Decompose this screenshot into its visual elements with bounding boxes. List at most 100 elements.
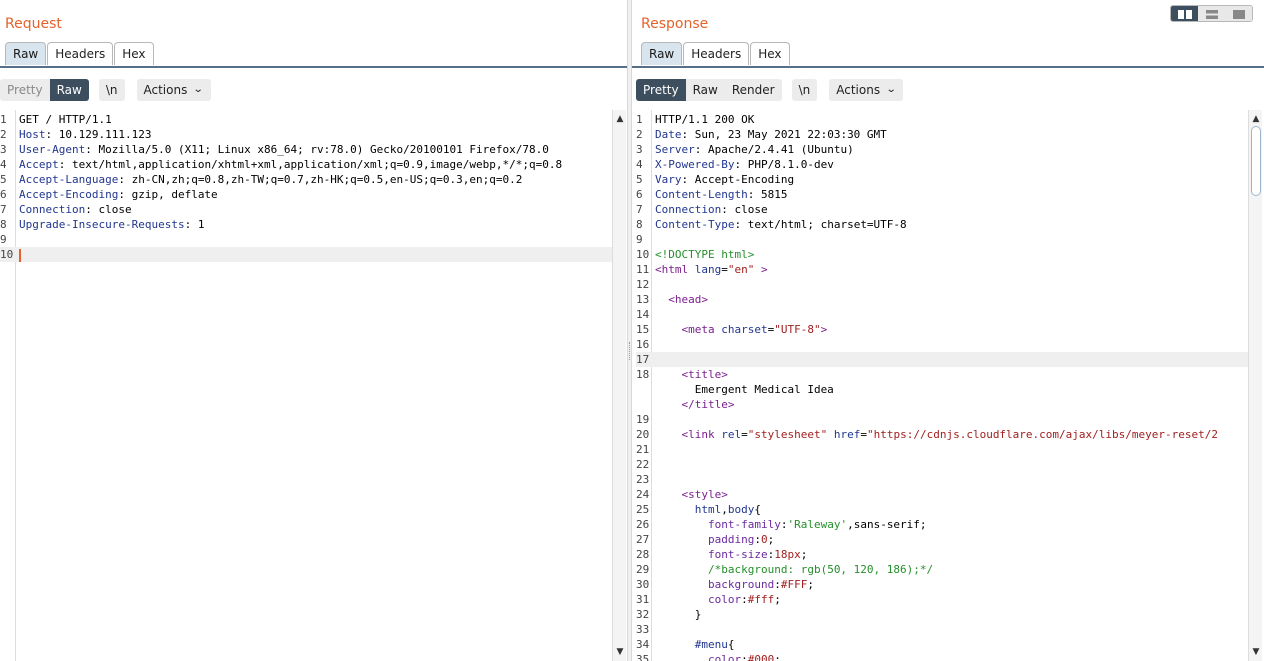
code-line[interactable]: 5 Vary: Accept-Encoding xyxy=(636,172,1248,187)
line-number: 8 xyxy=(0,218,7,231)
request-tab-hex[interactable]: Hex xyxy=(114,42,154,65)
request-pane: Request Raw Headers Hex Pretty Raw \n Ac… xyxy=(0,0,627,661)
response-scrollbar[interactable]: ▲ ▼ xyxy=(1248,110,1262,661)
line-number: 18 xyxy=(636,368,650,381)
code-line[interactable]: 5 Accept-Language: zh-CN,zh;q=0.8,zh-TW;q… xyxy=(0,172,612,187)
code-line[interactable]: 2 Host: 10.129.111.123 xyxy=(0,127,612,142)
line-number: 11 xyxy=(636,263,650,276)
code-line[interactable]: 22 xyxy=(636,457,1248,472)
response-tab-hex[interactable]: Hex xyxy=(750,42,790,65)
line-code: /*background: rgb(50, 120, 186);*/ xyxy=(655,562,933,577)
line-number: 14 xyxy=(636,308,650,321)
line-number: 15 xyxy=(636,323,650,336)
code-line[interactable]: 8 Content-Type: text/html; charset=UTF-8 xyxy=(636,217,1248,232)
code-line[interactable]: 4 X-Powered-By: PHP/8.1.0-dev xyxy=(636,157,1248,172)
request-tab-raw[interactable]: Raw xyxy=(5,42,47,65)
code-line[interactable]: 6 Accept-Encoding: gzip, deflate xyxy=(0,187,612,202)
code-line[interactable]: 1 HTTP/1.1 200 OK xyxy=(636,112,1248,127)
code-line[interactable]: 1 GET / HTTP/1.1 xyxy=(0,112,612,127)
code-line[interactable]: 30 background:#FFF; xyxy=(636,577,1248,592)
code-token: Accept-Language xyxy=(19,173,119,186)
code-token: rel xyxy=(721,428,742,441)
scroll-down-arrow-icon[interactable]: ▼ xyxy=(613,645,627,659)
response-pretty-button[interactable]: Pretty xyxy=(636,79,686,101)
code-line[interactable]: 25 html,body{ xyxy=(636,502,1248,517)
code-line[interactable]: 33 xyxy=(636,622,1248,637)
single-pane-button[interactable] xyxy=(1225,6,1252,21)
code-token: <head> xyxy=(668,293,708,306)
code-line[interactable]: 27 padding:0; xyxy=(636,532,1248,547)
code-line[interactable]: 15 <meta charset="UTF-8"> xyxy=(636,322,1248,337)
code-line[interactable]: Emergent Medical Idea xyxy=(636,382,1248,397)
divider-grip-icon[interactable] xyxy=(629,342,631,360)
response-tab-headers[interactable]: Headers xyxy=(683,42,750,65)
line-code: html,body{ xyxy=(655,502,761,517)
code-token: <title> xyxy=(681,368,728,381)
code-line[interactable]: 23 xyxy=(636,472,1248,487)
split-vertical-icon xyxy=(1205,10,1218,19)
request-pretty-button[interactable]: Pretty xyxy=(0,79,50,101)
chevron-down-icon: ⌄ xyxy=(885,84,897,95)
request-editor[interactable]: 1 GET / HTTP/1.1 2 Host: 10.129.111.123 3 Use… xyxy=(0,110,612,661)
code-token: #FFF xyxy=(780,578,808,591)
response-actions-button[interactable]: Actions ⌄ xyxy=(829,79,904,101)
line-code: Host: 10.129.111.123 xyxy=(19,127,151,142)
scroll-up-arrow-icon[interactable]: ▲ xyxy=(1249,112,1263,126)
code-line[interactable]: 12 xyxy=(636,277,1248,292)
code-line[interactable]: 7 Connection: close xyxy=(636,202,1248,217)
request-tab-headers[interactable]: Headers xyxy=(47,42,114,65)
response-raw-button[interactable]: Raw xyxy=(686,79,725,101)
request-scrollbar[interactable]: ▲ ▼ xyxy=(612,110,626,661)
split-vertical-button[interactable] xyxy=(1198,6,1225,21)
code-line[interactable]: 4 Accept: text/html,application/xhtml+xml… xyxy=(0,157,612,172)
code-line[interactable]: 9 xyxy=(636,232,1248,247)
code-line[interactable]: 6 Content-Length: 5815 xyxy=(636,187,1248,202)
code-line[interactable]: 24 <style> xyxy=(636,487,1248,502)
code-line[interactable]: 26 font-family:'Raleway',sans-serif; xyxy=(636,517,1248,532)
code-line[interactable]: 35 color:#000; xyxy=(636,652,1248,661)
code-line[interactable]: 13 <head> xyxy=(636,292,1248,307)
code-line[interactable]: 29 /*background: rgb(50, 120, 186);*/ xyxy=(636,562,1248,577)
request-newline-toggle[interactable]: \n xyxy=(98,79,125,101)
code-line[interactable]: 10 xyxy=(0,247,612,262)
code-token: : xyxy=(774,578,781,591)
line-number: 9 xyxy=(636,233,643,246)
request-raw-button[interactable]: Raw xyxy=(49,79,89,101)
code-token: ; xyxy=(807,578,814,591)
code-line[interactable]: 18 <title> xyxy=(636,367,1248,382)
code-line[interactable]: 20 <link rel="stylesheet" href="https://… xyxy=(636,427,1248,442)
code-line[interactable]: 17 xyxy=(636,352,1248,367)
scroll-down-arrow-icon[interactable]: ▼ xyxy=(1249,645,1263,659)
code-line[interactable]: 3 User-Agent: Mozilla/5.0 (X11; Linux x86… xyxy=(0,142,612,157)
line-number: 16 xyxy=(636,338,650,351)
code-line[interactable]: 3 Server: Apache/2.4.41 (Ubuntu) xyxy=(636,142,1248,157)
response-newline-toggle[interactable]: \n xyxy=(791,79,818,101)
code-line[interactable]: 8 Upgrade-Insecure-Requests: 1 xyxy=(0,217,612,232)
response-render-button[interactable]: Render xyxy=(725,79,782,101)
request-actions-button[interactable]: Actions ⌄ xyxy=(136,79,211,101)
code-line[interactable]: 11 <html lang="en" > xyxy=(636,262,1248,277)
response-scroll-thumb[interactable] xyxy=(1251,126,1261,196)
code-token: color xyxy=(707,653,742,661)
code-line[interactable]: 14 xyxy=(636,307,1248,322)
response-editor[interactable]: 1 HTTP/1.1 200 OK 2 Date: Sun, 23 May 2021 … xyxy=(636,110,1248,661)
code-line[interactable]: 10 <!DOCTYPE html> xyxy=(636,247,1248,262)
code-token: = xyxy=(860,428,867,441)
code-line[interactable]: 31 color:#fff; xyxy=(636,592,1248,607)
code-line[interactable]: 7 Connection: close xyxy=(0,202,612,217)
code-line[interactable]: 9 xyxy=(0,232,612,247)
line-number: 25 xyxy=(636,503,650,516)
code-line[interactable]: 34 #menu{ xyxy=(636,637,1248,652)
code-line[interactable]: 19 xyxy=(636,412,1248,427)
line-number: 3 xyxy=(636,143,643,156)
code-line[interactable]: 32 } xyxy=(636,607,1248,622)
scroll-up-arrow-icon[interactable]: ▲ xyxy=(613,112,627,126)
code-line[interactable]: 28 font-size:18px; xyxy=(636,547,1248,562)
response-tab-raw[interactable]: Raw xyxy=(641,42,683,65)
code-line[interactable]: 16 xyxy=(636,337,1248,352)
split-horizontal-button[interactable] xyxy=(1171,6,1198,21)
code-line[interactable]: </title> xyxy=(636,397,1248,412)
code-line[interactable]: 21 xyxy=(636,442,1248,457)
code-line[interactable]: 2 Date: Sun, 23 May 2021 22:03:30 GMT xyxy=(636,127,1248,142)
